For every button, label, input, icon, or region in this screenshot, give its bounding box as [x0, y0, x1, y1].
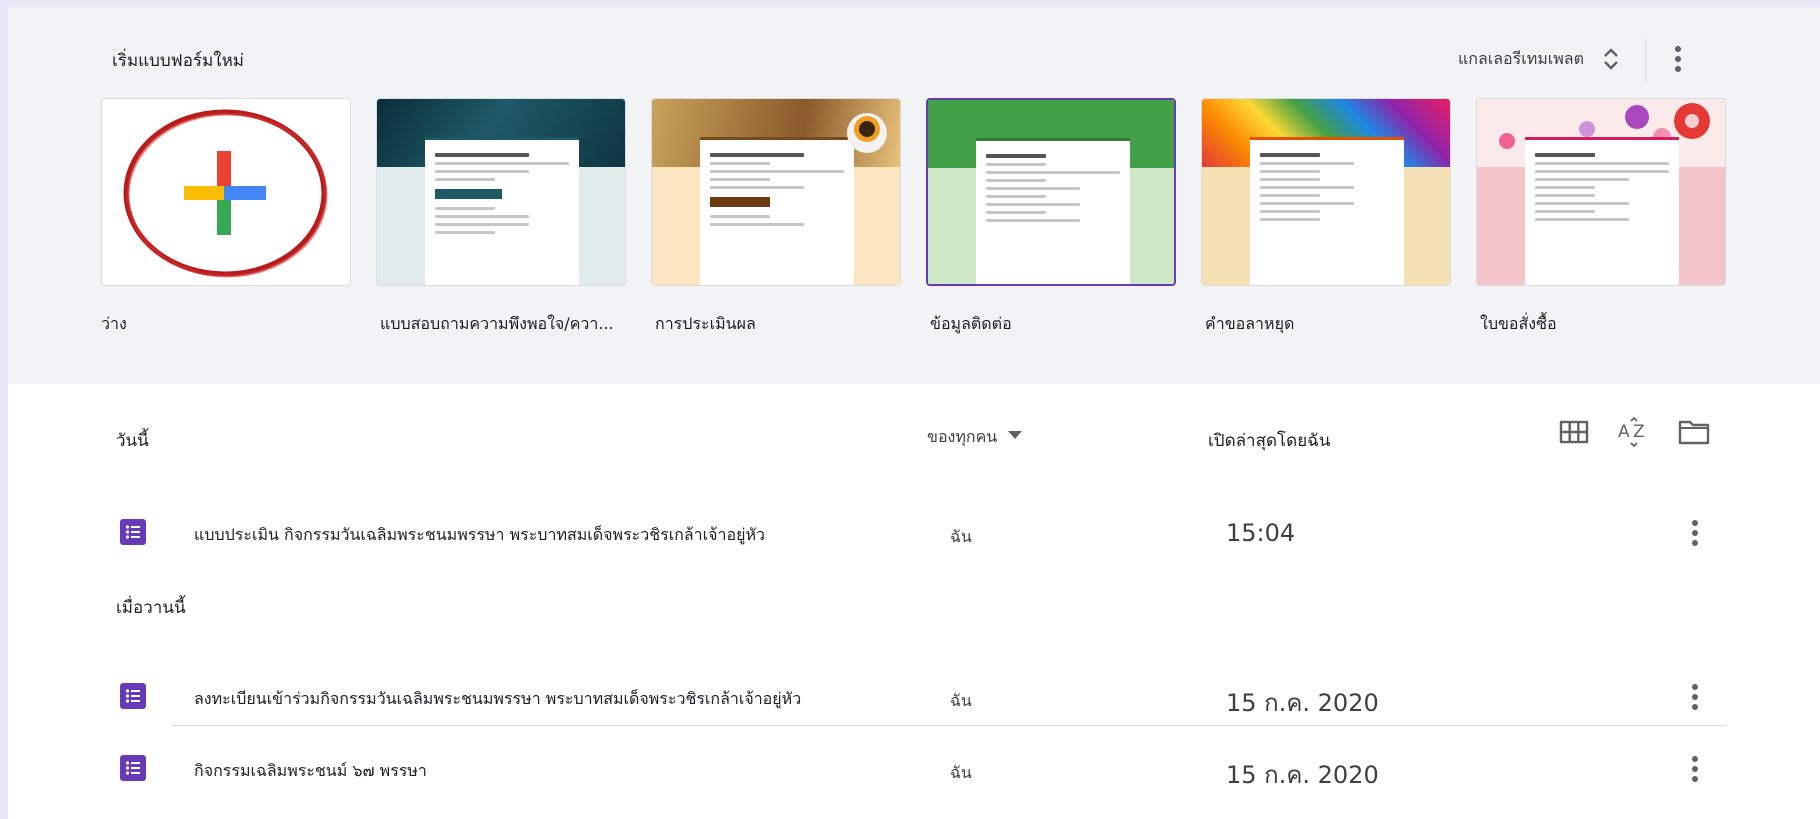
template-label-satisfaction: แบบสอบถามความพึงพอใจ/ควา...	[380, 314, 614, 333]
section-today: วันนี้	[116, 431, 149, 451]
template-card-purchase[interactable]	[1476, 98, 1726, 286]
view-options: A Z	[1558, 417, 1718, 447]
more-vert-icon[interactable]	[1688, 681, 1702, 713]
plus-icon	[123, 109, 328, 278]
form-row-earlier-0[interactable]: ลงทะเบียนเข้าร่วมกิจกรรมวันเฉลิมพระชนมพร…	[8, 665, 1820, 729]
svg-text:A: A	[1618, 422, 1630, 442]
template-card-blank[interactable]	[101, 98, 351, 286]
form-owner: ฉัน	[950, 527, 972, 546]
template-card-satisfaction[interactable]	[376, 98, 626, 286]
more-vert-icon[interactable]	[1688, 517, 1702, 549]
form-row-earlier-1[interactable]: กิจกรรมเฉลิมพระชนม์ ๖๗ พรรษา ฉัน 15 ก.ค.…	[8, 737, 1820, 801]
more-vert-icon[interactable]	[1671, 43, 1685, 75]
template-label-evaluation: การประเมินผล	[655, 314, 756, 333]
template-gallery-button[interactable]: แกลเลอรีเทมเพลต	[1458, 47, 1584, 72]
form-icon	[120, 683, 146, 709]
arrow-drop-down-icon[interactable]	[1008, 431, 1022, 439]
toolbar-divider	[1645, 37, 1646, 81]
gallery-title: เริ่มแบบฟอร์มใหม่	[112, 51, 244, 71]
template-label-purchase: ใบขอสั่งซื้อ	[1480, 314, 1557, 333]
coffee-cup-icon	[847, 113, 887, 153]
svg-text:Z: Z	[1633, 422, 1645, 442]
form-icon	[120, 755, 146, 781]
template-card-leave[interactable]	[1201, 98, 1451, 286]
app-frame: เริ่มแบบฟอร์มใหม่ แกลเลอรีเทมเพลต ว่าง แ…	[8, 7, 1820, 819]
owner-filter-dropdown[interactable]: ของทุกคน	[927, 425, 997, 450]
template-card-contact[interactable]	[926, 98, 1176, 286]
template-label-contact: ข้อมูลติดต่อ	[930, 314, 1012, 333]
form-last-opened: 15:04	[1226, 519, 1296, 547]
more-vert-icon[interactable]	[1688, 753, 1702, 785]
form-row-today-0[interactable]: แบบประเมิน กิจกรรมวันเฉลิมพระชนมพรรษา พร…	[8, 501, 1820, 565]
form-title[interactable]: ลงทะเบียนเข้าร่วมกิจกรรมวันเฉลิมพระชนมพร…	[194, 687, 801, 712]
form-icon	[120, 519, 146, 545]
last-opened-by-me-label[interactable]: เปิดล่าสุดโดยฉัน	[1208, 427, 1330, 454]
form-last-opened: 15 ก.ค. 2020	[1226, 761, 1379, 789]
gallery-tools: แกลเลอรีเทมเพลต	[1400, 35, 1820, 83]
template-gallery: เริ่มแบบฟอร์มใหม่ แกลเลอรีเทมเพลต ว่าง แ…	[8, 7, 1820, 384]
grid-view-icon[interactable]	[1558, 417, 1590, 447]
section-yesterday: เมื่อวานนี้	[116, 598, 186, 618]
template-label-leave: คำขอลาหยุด	[1205, 314, 1295, 333]
form-owner: ฉัน	[950, 691, 972, 710]
unfold-more-icon[interactable]	[1600, 45, 1622, 73]
sort-az-icon[interactable]: A Z	[1618, 417, 1650, 447]
form-title[interactable]: กิจกรรมเฉลิมพระชนม์ ๖๗ พรรษา	[194, 759, 427, 784]
template-card-evaluation[interactable]	[651, 98, 901, 286]
form-owner: ฉัน	[950, 763, 972, 782]
form-last-opened: 15 ก.ค. 2020	[1226, 689, 1379, 717]
form-title[interactable]: แบบประเมิน กิจกรรมวันเฉลิมพระชนมพรรษา พร…	[194, 523, 765, 548]
row-divider	[172, 725, 1726, 726]
folder-icon[interactable]	[1678, 417, 1710, 447]
template-label-blank: ว่าง	[101, 314, 127, 333]
recent-forms-header: วันนี้ ของทุกคน เปิดล่าสุดโดยฉัน A Z	[8, 385, 1820, 475]
